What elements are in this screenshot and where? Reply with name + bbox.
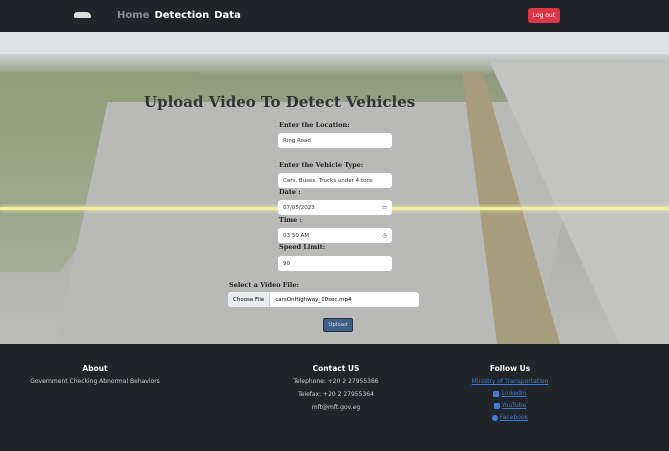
telephone: Telephone: +20 2 27955366 bbox=[293, 378, 379, 385]
facebook-link[interactable]: Facebook bbox=[460, 414, 560, 421]
vehicle-type-label: Enter the Vehicle Type: bbox=[279, 161, 364, 169]
time-input[interactable]: 03:50 AM ◷ bbox=[278, 228, 392, 243]
vehicle-type-value: Cars, Buses, Trucks under 4 tons bbox=[283, 177, 373, 184]
ministry-link[interactable]: Ministry of Transportation bbox=[460, 378, 560, 385]
speed-limit-label: Speed Limit: bbox=[279, 243, 326, 251]
nav-data[interactable]: Data bbox=[214, 10, 241, 21]
speed-limit-input[interactable]: 90 bbox=[278, 256, 392, 271]
email: mft@mft.gov.eg bbox=[311, 404, 361, 411]
page-title: Upload Video To Detect Vehicles bbox=[144, 93, 416, 111]
location-value: Ring Road bbox=[283, 137, 311, 144]
upload-button[interactable]: Upload bbox=[323, 318, 353, 332]
file-label: Select a Video File: bbox=[229, 281, 299, 289]
linkedin-link[interactable]: LinkedIn bbox=[460, 390, 560, 397]
footer: About Government Checking Abnormal Behav… bbox=[0, 344, 669, 451]
linkedin-icon bbox=[493, 390, 500, 397]
follow-title: Follow Us bbox=[489, 364, 531, 373]
nav-home[interactable]: Home bbox=[117, 10, 149, 21]
navbar: Home Detection Data Log out bbox=[0, 0, 669, 32]
date-input[interactable]: 07/05/2023 ▭ bbox=[278, 200, 392, 215]
date-value: 07/05/2023 bbox=[283, 204, 315, 211]
about-title: About bbox=[82, 364, 108, 373]
clock-icon[interactable]: ◷ bbox=[382, 233, 387, 239]
youtube-link[interactable]: YouTube bbox=[460, 402, 560, 409]
contact-title: Contact US bbox=[312, 364, 360, 373]
choose-file-button[interactable]: Choose File bbox=[228, 292, 271, 307]
telefax: Telefax: +20 2 27955364 bbox=[298, 391, 374, 398]
speed-limit-value: 90 bbox=[283, 260, 290, 267]
location-input[interactable]: Ring Road bbox=[278, 133, 392, 148]
logout-button[interactable]: Log out bbox=[528, 8, 560, 23]
facebook-icon bbox=[491, 414, 498, 421]
time-label: Time : bbox=[279, 216, 302, 224]
location-label: Enter the Location: bbox=[279, 121, 350, 129]
youtube-icon bbox=[493, 402, 500, 409]
date-label: Date : bbox=[279, 188, 301, 196]
vehicle-type-input[interactable]: Cars, Buses, Trucks under 4 tons bbox=[278, 173, 392, 188]
about-text: Government Checking Abnormal Behaviors bbox=[30, 378, 160, 385]
time-value: 03:50 AM bbox=[283, 232, 310, 239]
nav-detection[interactable]: Detection bbox=[154, 10, 209, 21]
car-logo-icon[interactable] bbox=[74, 12, 91, 18]
file-input[interactable]: Choose File carsOnHighway_10sec.mp4 bbox=[228, 292, 419, 307]
file-name: carsOnHighway_10sec.mp4 bbox=[275, 296, 352, 303]
calendar-icon[interactable]: ▭ bbox=[382, 205, 387, 211]
